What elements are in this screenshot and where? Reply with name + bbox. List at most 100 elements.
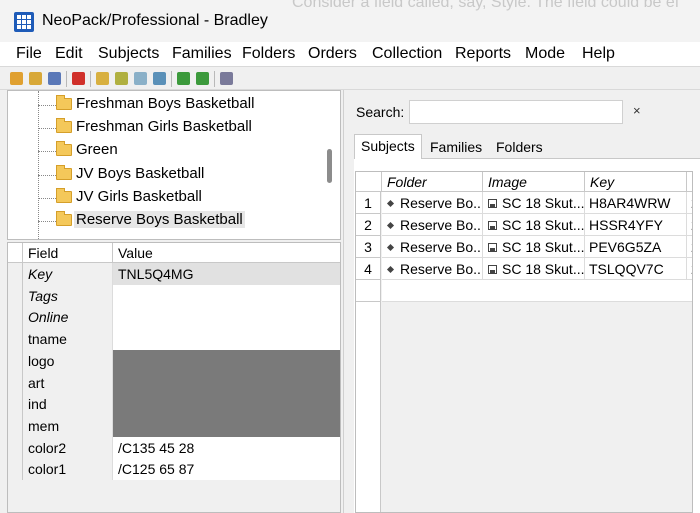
clear-search-icon[interactable]: × (633, 103, 641, 118)
folder-icon (56, 141, 72, 156)
menu-help[interactable]: Help (582, 45, 615, 63)
row-number[interactable]: 3 (356, 236, 381, 258)
tree-item-label: Freshman Girls Basketball (76, 118, 252, 135)
property-grid-header: Field Value (8, 243, 340, 263)
menu-families[interactable]: Families (172, 45, 232, 63)
field-column-header[interactable]: Field (28, 245, 58, 261)
value-column-header[interactable]: Value (118, 245, 153, 261)
property-row[interactable]: color1/C125 65 87 (8, 458, 340, 481)
folder-marker-icon (386, 243, 395, 251)
tree-connector (38, 91, 39, 239)
cell-image[interactable]: SC 18 Skut... (483, 236, 585, 258)
menu-reports[interactable]: Reports (455, 45, 511, 63)
value-cell[interactable] (113, 349, 340, 372)
cell-folder[interactable]: Reserve Bo... (382, 258, 483, 280)
menu-edit[interactable]: Edit (55, 45, 83, 63)
cell-folder[interactable]: Reserve Bo... (382, 192, 483, 214)
property-row[interactable]: Tags (8, 284, 340, 307)
folder-icon[interactable] (96, 72, 109, 85)
cell-key[interactable]: HSSR4YFY (585, 214, 687, 236)
cell-key[interactable]: TSLQQV7C (585, 258, 687, 280)
cell-key[interactable]: H8AR4WRW (585, 192, 687, 214)
value-cell[interactable] (113, 284, 340, 307)
row-gutter (8, 393, 23, 416)
cell-extra[interactable]: 2 (687, 214, 692, 236)
open-icon[interactable] (29, 72, 42, 85)
property-row[interactable]: art (8, 371, 340, 394)
property-row[interactable]: Online (8, 306, 340, 329)
save-icon[interactable] (48, 72, 61, 85)
tree-item-label: Reserve Boys Basketball (74, 211, 245, 228)
row-number[interactable]: 4 (356, 258, 381, 280)
tab-families[interactable]: Families (424, 136, 488, 158)
tree-scrollbar-thumb[interactable] (327, 149, 332, 183)
cell-extra-text: 2 (691, 261, 692, 277)
column-divider[interactable] (112, 243, 113, 263)
row-number[interactable]: 1 (356, 192, 381, 214)
field-name: art (28, 374, 45, 391)
cell-image[interactable]: SC 18 Skut... (483, 192, 585, 214)
empty-new-row[interactable] (382, 280, 692, 302)
download-icon[interactable] (177, 72, 190, 85)
upload-icon[interactable] (196, 72, 209, 85)
property-row[interactable]: ind (8, 393, 340, 416)
image-icon (488, 221, 497, 231)
tab-subjects[interactable]: Subjects (354, 134, 422, 159)
cell-extra[interactable]: 2 (687, 192, 692, 214)
cell-extra-text: 2 (691, 239, 692, 255)
new-icon[interactable] (10, 72, 23, 85)
image-icon[interactable] (134, 72, 147, 85)
cell-image[interactable]: SC 18 Skut... (483, 214, 585, 236)
value-cell[interactable] (113, 306, 340, 329)
property-row[interactable]: logo (8, 349, 340, 372)
cell-folder[interactable]: Reserve Bo... (382, 214, 483, 236)
tree-connector (38, 105, 56, 106)
menu-collection[interactable]: Collection (372, 45, 442, 63)
row-number-header (356, 172, 382, 192)
toolbar (0, 66, 700, 90)
menu-subjects[interactable]: Subjects (98, 45, 159, 63)
value-cell[interactable] (113, 414, 340, 437)
menu-bar: File Edit Subjects Families Folders Orde… (0, 42, 700, 66)
cell-key[interactable]: PEV6G5ZA (585, 236, 687, 258)
delete-icon[interactable] (72, 72, 85, 85)
cell-folder-text: Reserve Bo... (400, 217, 483, 233)
field-name: logo (28, 352, 55, 369)
column-header-extra[interactable] (687, 172, 692, 192)
cell-key-text: H8AR4WRW (589, 195, 671, 211)
cell-image-text: SC 18 Skut... (502, 261, 585, 277)
field-name: Key (28, 266, 53, 282)
property-row[interactable]: tname (8, 328, 340, 351)
photo-icon[interactable] (153, 72, 166, 85)
settings-icon[interactable] (220, 72, 233, 85)
cell-folder[interactable]: Reserve Bo... (382, 236, 483, 258)
value-cell[interactable] (113, 393, 340, 416)
menu-orders[interactable]: Orders (308, 45, 357, 63)
row-gutter (8, 436, 23, 459)
cell-image-text: SC 18 Skut... (502, 217, 585, 233)
tab-folders[interactable]: Folders (490, 136, 549, 158)
column-header-key[interactable]: Key (585, 172, 687, 192)
row-number-gutter (356, 280, 381, 512)
cell-image[interactable]: SC 18 Skut... (483, 258, 585, 280)
property-row[interactable]: mem (8, 414, 340, 437)
value-cell[interactable] (113, 371, 340, 394)
value-cell[interactable] (113, 328, 340, 351)
row-number[interactable]: 2 (356, 214, 381, 236)
property-row[interactable]: color2/C135 45 28 (8, 436, 340, 459)
menu-mode[interactable]: Mode (525, 45, 565, 63)
column-header-folder[interactable]: Folder (382, 172, 483, 192)
property-row[interactable]: Key TNL5Q4MG (8, 263, 340, 285)
image-icon (488, 265, 497, 275)
cell-extra[interactable]: 2 (687, 236, 692, 258)
folder-edit-icon[interactable] (115, 72, 128, 85)
field-value: /C135 45 28 (118, 439, 195, 456)
cell-extra[interactable]: 2 (687, 258, 692, 280)
field-value: /C125 65 87 (118, 461, 195, 478)
search-input[interactable] (409, 100, 623, 124)
menu-file[interactable]: File (16, 45, 42, 63)
column-header-image[interactable]: Image (483, 172, 585, 192)
tree-connector (38, 198, 56, 199)
menu-folders[interactable]: Folders (242, 45, 295, 63)
toolbar-separator (66, 71, 67, 87)
